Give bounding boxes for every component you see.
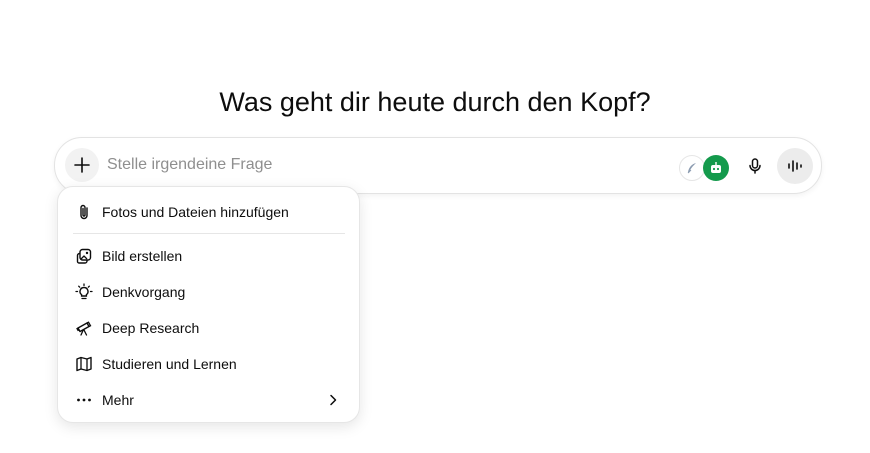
- menu-item-label: Bild erstellen: [102, 248, 183, 264]
- menu-item-more[interactable]: Mehr: [66, 383, 351, 417]
- microphone-icon: [746, 157, 764, 175]
- feather-extension-button[interactable]: [679, 155, 705, 181]
- menu-item-reasoning[interactable]: Denkvorgang: [66, 275, 351, 309]
- attachment-menu: Fotos und Dateien hinzufügen Bild erstel…: [57, 186, 360, 423]
- extension-icons: [679, 155, 729, 181]
- menu-item-study[interactable]: Studieren und Lernen: [66, 347, 351, 381]
- page-title: Was geht dir heute durch den Kopf?: [219, 87, 651, 118]
- lightbulb-icon: [74, 282, 94, 302]
- feather-icon: [685, 161, 699, 175]
- image-icon: [74, 246, 94, 266]
- menu-item-label: Denkvorgang: [102, 284, 186, 300]
- chevron-right-icon: [323, 390, 343, 410]
- menu-item-label: Deep Research: [102, 320, 200, 336]
- robot-extension-button[interactable]: [703, 155, 729, 181]
- add-button[interactable]: [65, 148, 99, 182]
- plus-icon: [73, 156, 91, 174]
- voice-waveform-icon: [786, 157, 804, 175]
- telescope-icon: [74, 318, 94, 338]
- robot-icon: [708, 160, 724, 176]
- prompt-input[interactable]: [107, 152, 667, 178]
- ellipsis-icon: [74, 390, 94, 410]
- menu-item-label: Fotos und Dateien hinzufügen: [102, 204, 289, 220]
- menu-item-add-files[interactable]: Fotos und Dateien hinzufügen: [66, 195, 351, 229]
- menu-item-create-image[interactable]: Bild erstellen: [66, 239, 351, 273]
- menu-item-deep-research[interactable]: Deep Research: [66, 311, 351, 345]
- menu-item-label: Mehr: [102, 392, 134, 408]
- dictate-button[interactable]: [741, 152, 769, 180]
- paperclip-icon: [74, 202, 94, 222]
- menu-divider: [73, 233, 345, 234]
- voice-mode-button[interactable]: [777, 148, 813, 184]
- menu-item-label: Studieren und Lernen: [102, 356, 237, 372]
- book-icon: [74, 354, 94, 374]
